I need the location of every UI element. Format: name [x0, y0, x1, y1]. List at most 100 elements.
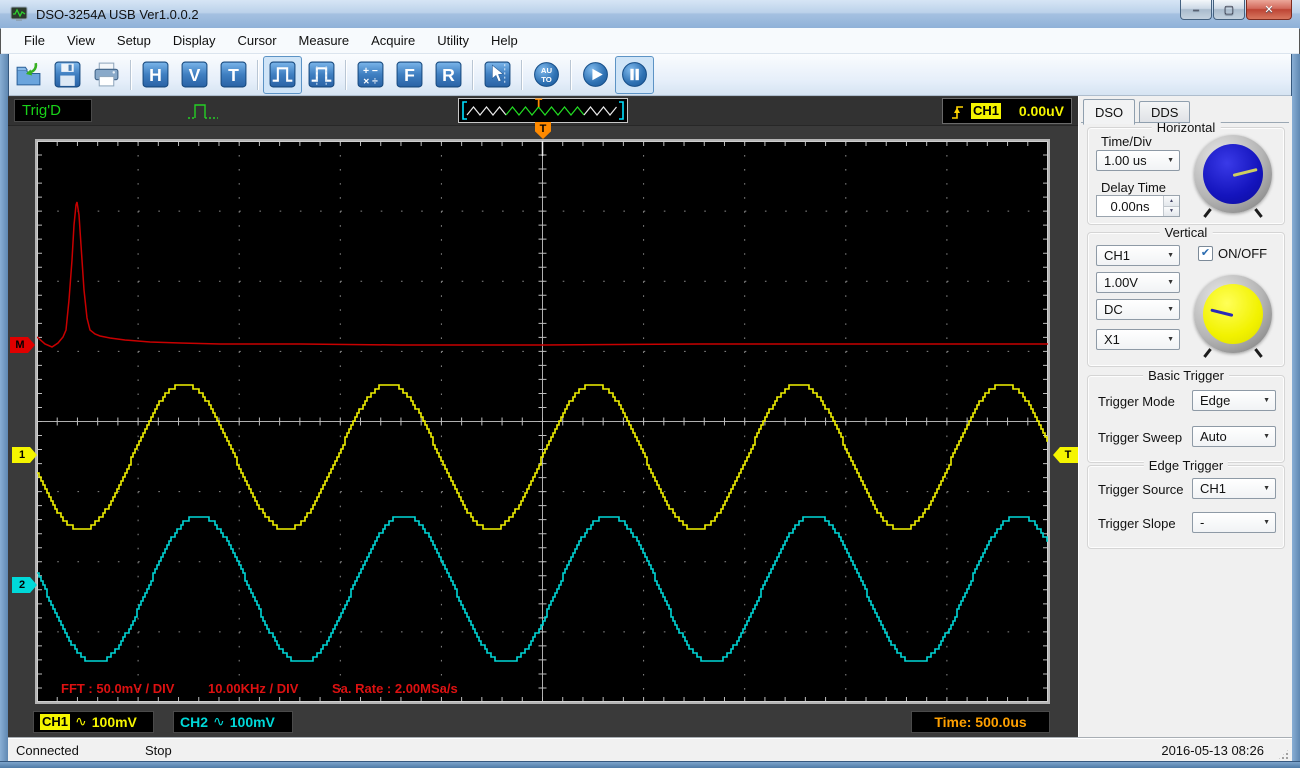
menu-item-acquire[interactable]: Acquire	[360, 29, 426, 52]
svg-text:F: F	[404, 65, 415, 85]
vertical-group: Vertical CH1 ▼ 1.00V ▼ DC ▼ X1 ▼ ✔ ON/OF…	[1087, 225, 1285, 367]
trigger-sweep-select[interactable]: Auto ▼	[1192, 426, 1276, 447]
horizontal-panel-button[interactable]: H	[136, 56, 175, 94]
minimize-button[interactable]: –	[1180, 0, 1212, 20]
menu-item-setup[interactable]: Setup	[106, 29, 162, 52]
delay-time-label: Delay Time	[1101, 180, 1167, 195]
svg-text:TO: TO	[541, 75, 552, 84]
knob-leg	[1203, 348, 1212, 358]
maximize-button[interactable]: ▢	[1213, 0, 1245, 20]
vertical-knob[interactable]	[1194, 275, 1272, 358]
chevron-down-icon: ▼	[1167, 252, 1174, 259]
open-button[interactable]	[9, 56, 48, 94]
cursor-measure-icon	[484, 61, 511, 88]
fft-freq-per-div: 10.00KHz / DIV	[208, 681, 299, 696]
coupling-value: DC	[1104, 302, 1123, 317]
probe-select[interactable]: X1 ▼	[1096, 329, 1180, 350]
pause-button[interactable]	[615, 55, 654, 94]
window-border-bottom	[0, 761, 1300, 768]
refresh-button[interactable]: R	[429, 56, 468, 94]
resize-grip[interactable]	[1277, 748, 1290, 761]
trigger-panel-button[interactable]: T	[214, 56, 253, 94]
trigger-mode-label: Trigger Mode	[1098, 394, 1175, 409]
preview-trigger-marker[interactable]: T	[535, 96, 542, 110]
titlebar: DSO-3254A USB Ver1.0.0.2 – ▢ ✕	[0, 0, 1300, 29]
run-button[interactable]	[576, 56, 615, 94]
trigger-slope-value: -	[1200, 515, 1205, 530]
math-icon: + −× ÷	[357, 61, 384, 88]
vertical-panel-icon: V	[181, 61, 208, 88]
menu-item-view[interactable]: View	[56, 29, 106, 52]
channel-value: CH1	[1104, 248, 1131, 263]
save-button[interactable]	[48, 56, 87, 94]
autoset-button[interactable]: AU TO	[527, 56, 566, 94]
math-button[interactable]: + − × ÷	[351, 56, 390, 94]
toolbar-separator	[472, 59, 474, 90]
scope-display	[35, 139, 1050, 704]
chevron-down-icon: ▼	[1263, 397, 1270, 404]
spin-up-button[interactable]: ▲	[1164, 196, 1179, 207]
run-icon	[583, 62, 608, 87]
toolbar-separator	[570, 59, 572, 90]
menu-item-cursor[interactable]: Cursor	[227, 29, 288, 52]
window-border-right	[1291, 54, 1300, 768]
trigger-readout: CH1 0.00uV	[942, 98, 1072, 124]
chevron-down-icon: ▼	[1167, 336, 1174, 343]
print-button[interactable]	[87, 56, 126, 94]
cursor-measure-button[interactable]	[478, 56, 517, 94]
readout-channel-badge: CH1	[971, 103, 1002, 119]
toolbar: H V T + − × ÷ F R AU TO	[1, 54, 1299, 96]
fft-button[interactable]: F	[390, 56, 429, 94]
svg-text:AU: AU	[541, 66, 553, 75]
trigger-source-select[interactable]: CH1 ▼	[1192, 478, 1276, 499]
basic-trigger-title: Basic Trigger	[1143, 368, 1229, 383]
fft-volts-per-div: FFT : 50.0mV / DIV	[61, 681, 175, 696]
acquisition-status: Stop	[145, 743, 172, 758]
checkbox-check-icon: ✔	[1198, 246, 1213, 261]
menu-item-display[interactable]: Display	[162, 29, 227, 52]
record-preview-wave	[462, 101, 624, 120]
onoff-label: ON/OFF	[1218, 246, 1268, 261]
ch2-coupling-icon: ∿	[213, 714, 225, 730]
menu-item-help[interactable]: Help	[480, 29, 529, 52]
time-div-value: 1.00 us	[1104, 153, 1147, 168]
horizontal-group: Horizontal Time/Div 1.00 us ▼ Delay Time…	[1087, 120, 1285, 225]
svg-text:H: H	[149, 65, 162, 85]
basic-trigger-group: Basic Trigger Trigger Mode Edge ▼ Trigge…	[1087, 368, 1285, 463]
chevron-down-icon: ▼	[1167, 279, 1174, 286]
tab-dso[interactable]: DSO	[1083, 99, 1136, 125]
horizontal-panel-icon: H	[142, 61, 169, 88]
trigger-level-value: 0.00uV	[1018, 103, 1064, 119]
menu-item-utility[interactable]: Utility	[426, 29, 480, 52]
close-button[interactable]: ✕	[1246, 0, 1292, 20]
delay-time-input[interactable]: 0.00ns ▲ ▼	[1096, 195, 1180, 217]
vertical-group-title: Vertical	[1159, 225, 1213, 240]
channel-onoff-checkbox[interactable]: ✔ ON/OFF	[1198, 246, 1267, 261]
refresh-icon: R	[435, 61, 462, 88]
delay-time-value: 0.00ns	[1110, 198, 1150, 214]
channel-select[interactable]: CH1 ▼	[1096, 245, 1180, 266]
tab-dds[interactable]: DDS	[1139, 101, 1191, 123]
save-icon	[54, 61, 81, 88]
svg-text:+ −: + −	[363, 66, 378, 77]
horizontal-knob[interactable]	[1194, 135, 1272, 218]
scope-graticule-and-waves	[37, 141, 1048, 702]
trigger-sweep-label: Trigger Sweep	[1098, 430, 1183, 445]
time-div-select[interactable]: 1.00 us ▼	[1096, 150, 1180, 171]
vertical-panel-button[interactable]: V	[175, 56, 214, 94]
trigger-slope-select[interactable]: - ▼	[1192, 512, 1276, 533]
trigger-mode-select[interactable]: Edge ▼	[1192, 390, 1276, 411]
pulse-width-trigger-button[interactable]	[302, 56, 341, 94]
record-preview	[458, 98, 628, 123]
toolbar-separator	[521, 59, 523, 90]
menu-item-file[interactable]: File	[13, 29, 56, 52]
pulse-width-trigger-icon	[308, 61, 335, 88]
edge-trigger-button[interactable]	[263, 55, 302, 94]
menu-item-measure[interactable]: Measure	[288, 29, 361, 52]
coupling-select[interactable]: DC ▼	[1096, 299, 1180, 320]
menubar: File View Setup Display Cursor Measure A…	[1, 28, 1299, 54]
spin-down-button[interactable]: ▼	[1164, 206, 1179, 216]
pulse-indicator-icon	[188, 104, 218, 119]
time-div-label: Time/Div	[1101, 134, 1152, 149]
volt-div-select[interactable]: 1.00V ▼	[1096, 272, 1180, 293]
